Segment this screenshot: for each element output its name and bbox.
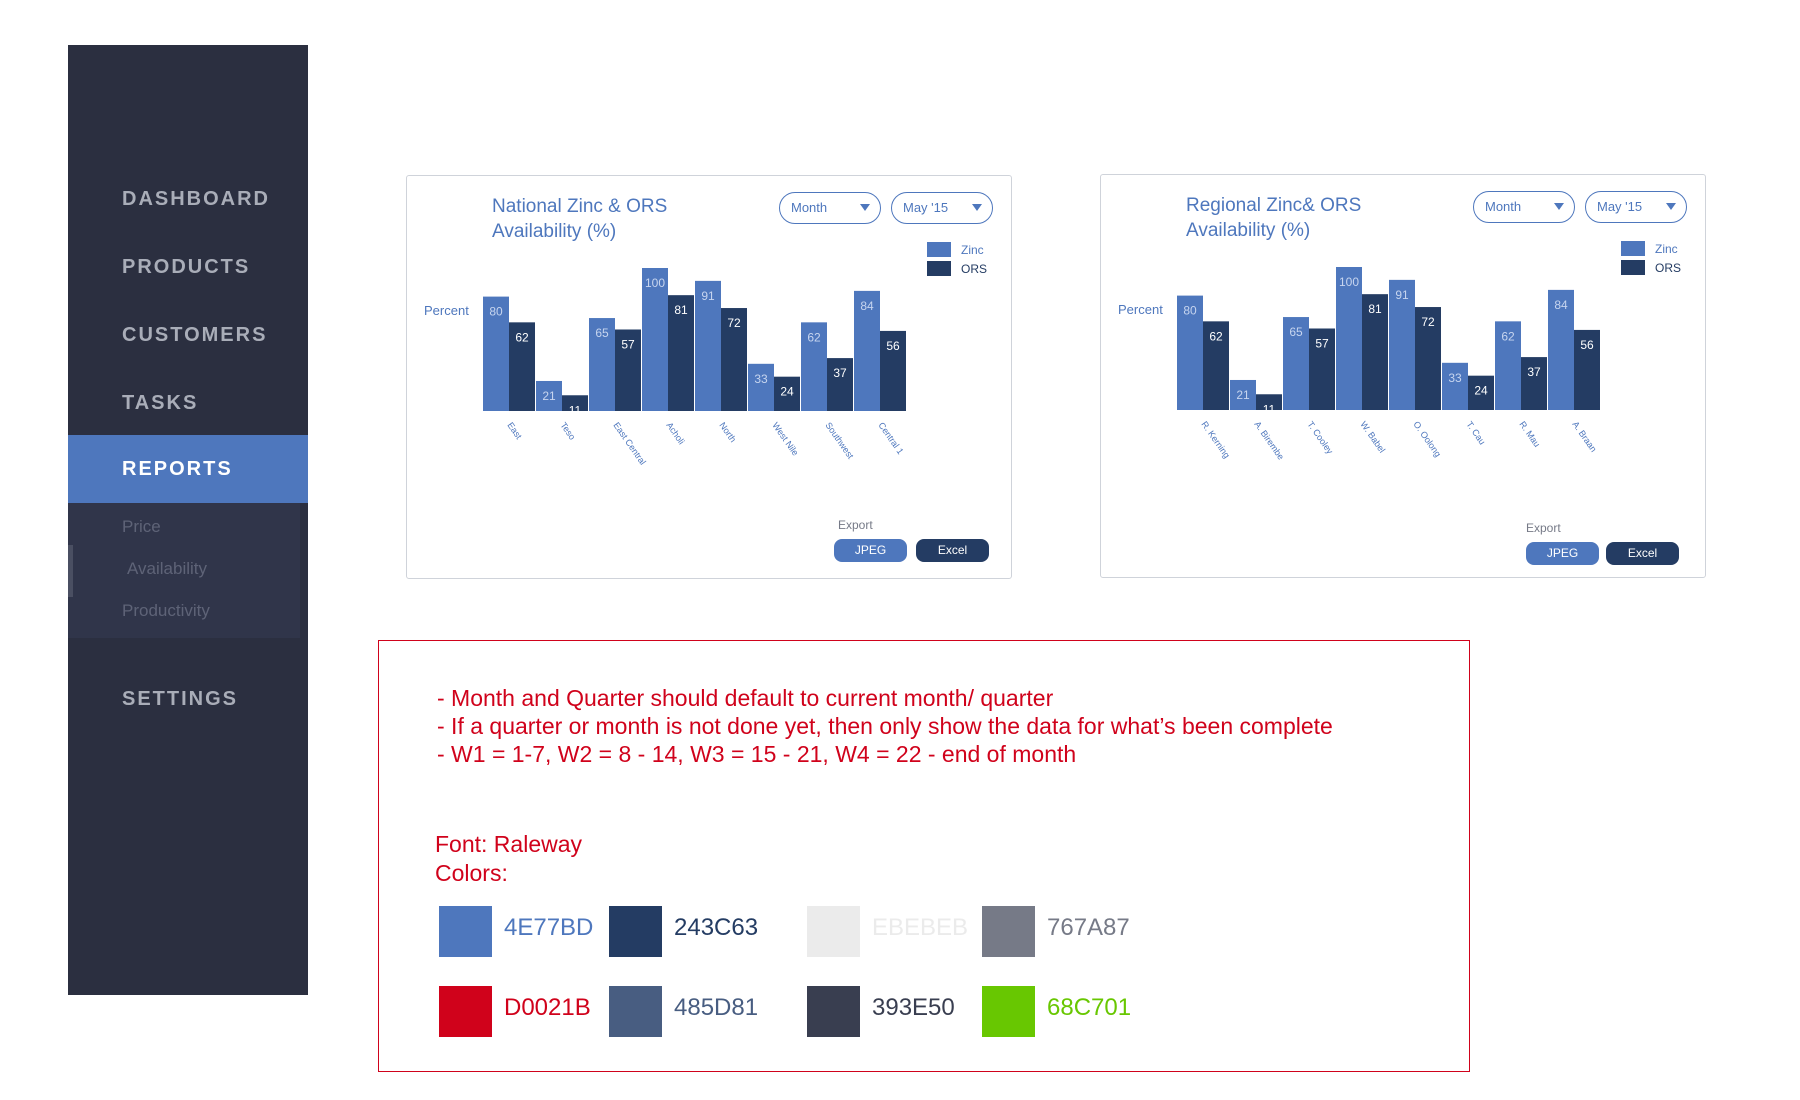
x-tick-label: East bbox=[505, 420, 524, 441]
color-hex-label: 393E50 bbox=[872, 994, 955, 1021]
color-swatch bbox=[982, 986, 1035, 1037]
x-tick-label: R. Kerning bbox=[1199, 419, 1232, 460]
bar-value-label: 72 bbox=[727, 316, 741, 330]
bar-value-label: 84 bbox=[1554, 298, 1568, 312]
nav-tasks[interactable]: TASKS bbox=[68, 369, 308, 437]
bar-value-label: 11 bbox=[1263, 402, 1276, 416]
regional-chart-card: Regional Zinc& ORS Availability (%) Mont… bbox=[1100, 174, 1706, 578]
color-hex-label: EBEBEB bbox=[872, 914, 969, 941]
bar-value-label: 100 bbox=[1339, 275, 1359, 289]
bar-value-label: 33 bbox=[754, 372, 768, 386]
colors-label: Colors: bbox=[435, 860, 508, 886]
sidebar: DASHBOARD PRODUCTS CUSTOMERS TASKS REPOR… bbox=[68, 45, 308, 995]
color-hex-label: 4E77BD bbox=[504, 914, 594, 941]
export-label: Export bbox=[838, 518, 873, 532]
x-tick-label: A. Birembe bbox=[1252, 419, 1286, 461]
bar-value-label: 21 bbox=[542, 389, 556, 403]
nav-dashboard[interactable]: DASHBOARD bbox=[68, 165, 308, 233]
color-swatch bbox=[609, 906, 662, 957]
bar-value-label: 11 bbox=[569, 403, 582, 417]
export-label: Export bbox=[1526, 521, 1561, 535]
color-swatch bbox=[439, 906, 492, 957]
x-tick-label: West Nile bbox=[770, 420, 800, 457]
bar-value-label: 65 bbox=[595, 326, 609, 340]
bar-value-label: 57 bbox=[1315, 336, 1329, 350]
x-tick-label: North bbox=[717, 420, 738, 444]
bar-value-label: 57 bbox=[621, 337, 635, 351]
note-line: - Month and Quarter should default to cu… bbox=[437, 685, 1054, 711]
x-tick-label: R. Mau bbox=[1517, 419, 1542, 449]
subnav-productivity[interactable]: Productivity bbox=[122, 601, 210, 621]
nav-reports[interactable]: REPORTS bbox=[68, 435, 308, 503]
bar-value-label: 21 bbox=[1236, 388, 1250, 402]
bar-value-label: 80 bbox=[1183, 304, 1197, 318]
bar-value-label: 24 bbox=[1474, 384, 1488, 398]
bar-value-label: 100 bbox=[645, 276, 665, 290]
bar-value-label: 80 bbox=[489, 305, 503, 319]
nav-products[interactable]: PRODUCTS bbox=[68, 233, 308, 301]
color-hex-label: 485D81 bbox=[674, 994, 759, 1021]
bar-value-label: 56 bbox=[1580, 338, 1594, 352]
bar-value-label: 81 bbox=[1368, 302, 1382, 316]
bar-value-label: 81 bbox=[674, 303, 688, 317]
color-swatch bbox=[807, 986, 860, 1037]
bar-value-label: 62 bbox=[1209, 329, 1223, 343]
color-swatch bbox=[439, 986, 492, 1037]
x-tick-label: Acholi bbox=[664, 420, 686, 446]
nav-settings[interactable]: SETTINGS bbox=[68, 665, 308, 733]
bar-value-label: 24 bbox=[780, 385, 794, 399]
x-tick-label: A. Braan bbox=[1570, 419, 1598, 453]
note-line: - W1 = 1-7, W2 = 8 - 14, W3 = 15 - 21, W… bbox=[437, 741, 1077, 767]
excel-button[interactable]: Excel bbox=[916, 539, 989, 562]
subnav-active-marker bbox=[68, 545, 73, 597]
x-tick-label: Central 1 bbox=[876, 420, 905, 456]
bar-value-label: 91 bbox=[1395, 288, 1409, 302]
bar-value-label: 62 bbox=[1501, 329, 1515, 343]
bar-value-label: 84 bbox=[860, 299, 874, 313]
x-tick-label: Southwest bbox=[823, 420, 856, 461]
color-swatch bbox=[807, 906, 860, 957]
nav-customers[interactable]: CUSTOMERS bbox=[68, 301, 308, 369]
bar-value-label: 33 bbox=[1448, 371, 1462, 385]
bar-value-label: 37 bbox=[1527, 365, 1541, 379]
national-bar-chart: 80 62 East 21 11 Teso 65 57 East Central 100 81 Ach… bbox=[483, 268, 906, 467]
x-tick-label: T. Cooley bbox=[1305, 419, 1335, 456]
bar-value-label: 65 bbox=[1289, 325, 1303, 339]
national-chart-card: National Zinc & ORS Availability (%) Mon… bbox=[406, 175, 1012, 579]
x-tick-label: W. Babel bbox=[1358, 419, 1387, 454]
bar-value-label: 62 bbox=[515, 330, 529, 344]
subnav-availability[interactable]: Availability bbox=[127, 559, 207, 579]
color-swatch bbox=[982, 906, 1035, 957]
bar-value-label: 72 bbox=[1421, 315, 1435, 329]
bar-value-label: 62 bbox=[807, 330, 821, 344]
excel-button[interactable]: Excel bbox=[1606, 542, 1679, 565]
color-hex-label: 243C63 bbox=[674, 914, 759, 941]
color-hex-label: D0021B bbox=[504, 994, 591, 1021]
bar-value-label: 37 bbox=[833, 366, 847, 380]
bar-value-label: 56 bbox=[886, 339, 900, 353]
color-hex-label: 767A87 bbox=[1047, 914, 1130, 941]
jpeg-button[interactable]: JPEG bbox=[1526, 542, 1599, 565]
note-line: - If a quarter or month is not done yet,… bbox=[437, 713, 1333, 739]
color-swatch bbox=[609, 986, 662, 1037]
x-tick-label: Teso bbox=[558, 420, 577, 441]
jpeg-button[interactable]: JPEG bbox=[834, 539, 907, 562]
font-note: Font: Raleway bbox=[435, 831, 583, 857]
color-hex-label: 68C701 bbox=[1047, 994, 1132, 1021]
notes-box: - Month and Quarter should default to cu… bbox=[378, 640, 1470, 1072]
bar-value-label: 91 bbox=[701, 289, 715, 303]
x-tick-label: East Central bbox=[611, 420, 648, 466]
subnav-price[interactable]: Price bbox=[122, 517, 161, 537]
x-tick-label: T. Cau bbox=[1464, 419, 1487, 446]
regional-bar-chart: 80 62 R. Kerning 21 11 A. Birembe 65 57 T. Coole… bbox=[1177, 267, 1600, 462]
x-tick-label: O. Oolong bbox=[1411, 419, 1443, 458]
